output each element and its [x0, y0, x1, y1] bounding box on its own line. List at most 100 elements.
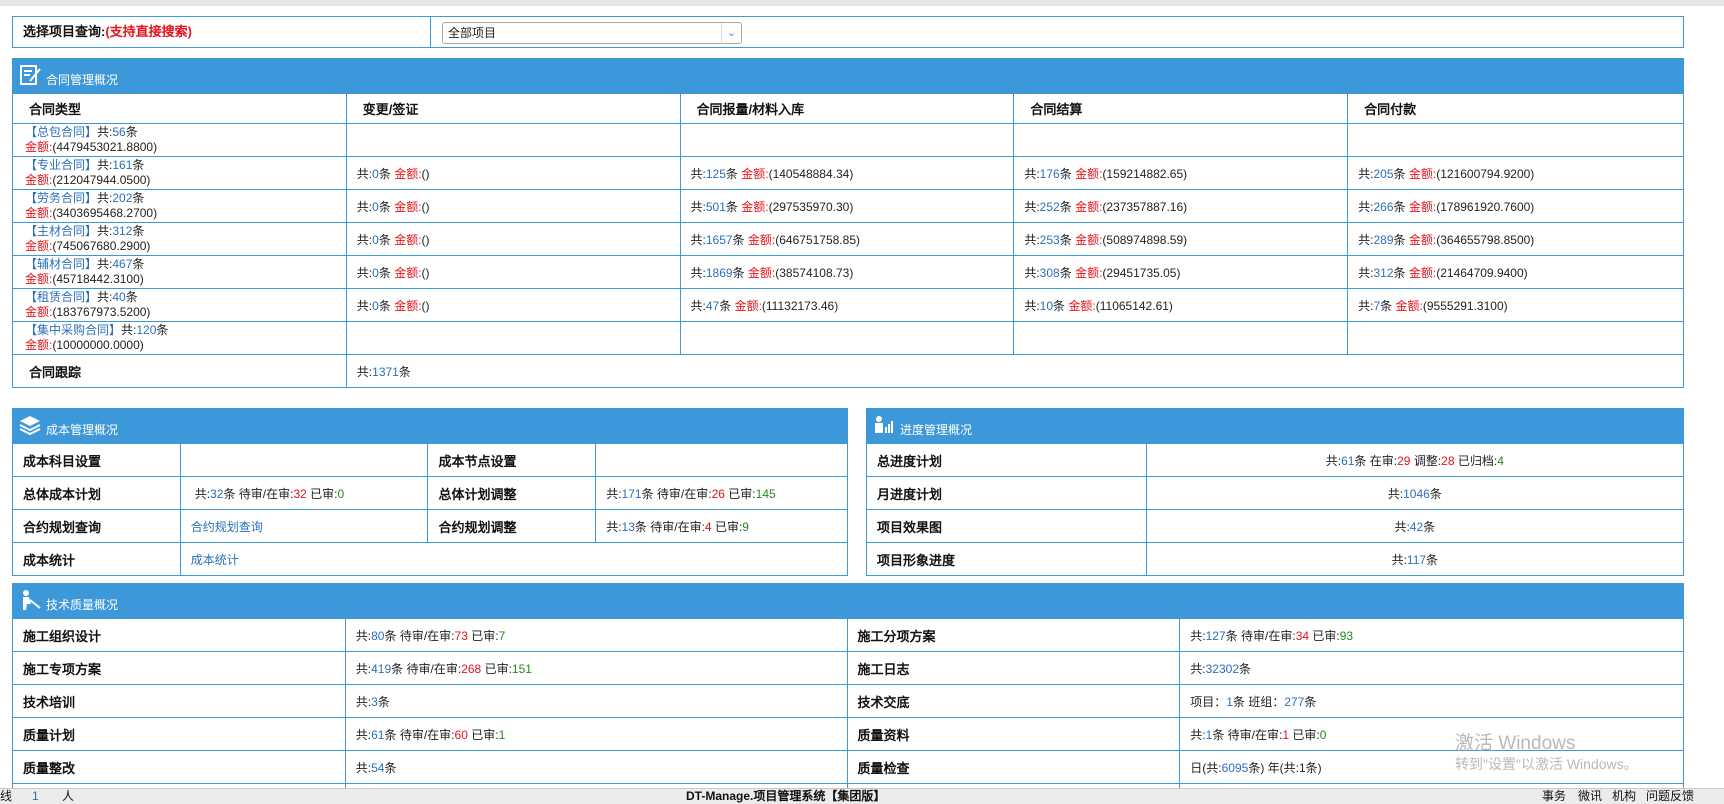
tracking-count[interactable]: 1371: [372, 365, 399, 379]
contract-count[interactable]: 56: [112, 125, 125, 139]
pending-count[interactable]: 1: [1282, 728, 1289, 742]
cost-label: 总体成本计划: [23, 486, 102, 502]
stat-count[interactable]: 253: [1040, 233, 1060, 247]
stat-count[interactable]: 1657: [706, 233, 733, 247]
stat-count[interactable]: 308: [1040, 266, 1060, 280]
stat-count[interactable]: 10: [1040, 299, 1053, 313]
contract-type-link[interactable]: 【总包合同】: [25, 125, 97, 139]
pending-label: 待审/在审:: [656, 486, 712, 501]
stat-count[interactable]: 312: [1373, 266, 1393, 280]
total-count[interactable]: 42: [1410, 520, 1423, 534]
status-link-messages[interactable]: 微讯: [1578, 789, 1602, 804]
stat-count[interactable]: 1869: [706, 266, 733, 280]
total-count[interactable]: 80: [371, 629, 384, 643]
done-count[interactable]: 7: [499, 629, 506, 643]
count-prefix: 共:: [1391, 552, 1407, 567]
stat-count[interactable]: 125: [706, 167, 726, 181]
total-count[interactable]: 419: [371, 662, 391, 676]
contract-type-link[interactable]: 【主材合同】: [25, 224, 97, 238]
pending-count[interactable]: 26: [712, 487, 725, 501]
total-count[interactable]: 127: [1206, 629, 1226, 643]
total-count[interactable]: 117: [1407, 553, 1426, 567]
done-count[interactable]: 0: [1320, 728, 1327, 742]
cost-link[interactable]: 合约规划查询: [191, 520, 263, 534]
count-unit: 条: [1225, 628, 1238, 643]
total-count[interactable]: 54: [371, 761, 384, 775]
count-prefix: 共:: [606, 519, 622, 534]
status-link-feedback[interactable]: 问题反馈: [1646, 789, 1694, 804]
chevron-down-icon[interactable]: ⌄: [721, 23, 741, 43]
contract-stat-cell: 共:0条 金额:(): [345, 189, 681, 223]
pending-count[interactable]: 4: [705, 520, 712, 534]
tech-value-cell: 共:54条: [344, 750, 848, 784]
pending-count[interactable]: 32: [293, 487, 306, 501]
pending-count[interactable]: 29: [1397, 454, 1410, 468]
stat-count[interactable]: 0: [372, 266, 379, 280]
done-count[interactable]: 0: [338, 487, 345, 501]
total-count[interactable]: 13: [622, 520, 635, 534]
stat-count[interactable]: 0: [372, 167, 379, 181]
cost-table: 成本科目设置 成本节点设置 总体成本计划 共:32条 待审/在审:32 已审:0 总体计…: [12, 443, 849, 576]
contract-count[interactable]: 312: [112, 224, 132, 238]
online-count[interactable]: 1: [32, 789, 39, 804]
archived-count[interactable]: 4: [1497, 454, 1504, 468]
total-count[interactable]: 1046: [1403, 487, 1430, 501]
stat-count[interactable]: 501: [706, 200, 726, 214]
stat-count[interactable]: 47: [706, 299, 719, 313]
pending-count[interactable]: 34: [1296, 629, 1309, 643]
done-count[interactable]: 1: [499, 728, 506, 742]
count-b[interactable]: 277: [1284, 695, 1304, 709]
stat-count[interactable]: 266: [1373, 200, 1393, 214]
contract-count[interactable]: 40: [112, 290, 125, 304]
contract-type-link[interactable]: 【劳务合同】: [25, 191, 97, 205]
total-count[interactable]: 32: [210, 487, 223, 501]
stat-count[interactable]: 205: [1373, 167, 1393, 181]
amount-label: 金额:: [25, 173, 53, 187]
contract-count[interactable]: 161: [112, 158, 132, 172]
done-count[interactable]: 93: [1340, 629, 1353, 643]
pending-count[interactable]: 60: [455, 728, 468, 742]
cost-label-cell: 合约规划调整: [427, 509, 597, 543]
contract-tracking-row: 合同跟踪 共:1371条: [12, 354, 1685, 388]
amount-label: 金额:: [747, 265, 776, 280]
project-select[interactable]: 全部项目 ⌄: [442, 22, 742, 44]
contract-type-link[interactable]: 【专业合同】: [25, 158, 97, 172]
done-count[interactable]: 151: [512, 662, 532, 676]
contract-count[interactable]: 467: [112, 257, 132, 271]
stat-amount: (140548884.34): [768, 166, 854, 181]
done-count[interactable]: 9: [742, 520, 749, 534]
stat-count[interactable]: 0: [372, 299, 379, 313]
count-a[interactable]: 1: [1226, 695, 1233, 709]
pending-count[interactable]: 73: [455, 629, 468, 643]
tech-label-cell: 质量计划: [12, 717, 346, 751]
pending-count[interactable]: 268: [461, 662, 481, 676]
contract-type-link[interactable]: 【集中采购合同】: [25, 323, 121, 337]
done-label: 已审:: [1312, 628, 1340, 643]
stat-count[interactable]: 176: [1040, 167, 1060, 181]
contract-count[interactable]: 120: [136, 323, 156, 337]
stat-amount: (646751758.85): [775, 232, 860, 247]
contract-type-link[interactable]: 【辅材合同】: [25, 257, 97, 271]
count-a[interactable]: 6095: [1222, 761, 1249, 775]
stat-amount: (237357887.16): [1102, 199, 1188, 214]
stat-count[interactable]: 289: [1373, 233, 1393, 247]
total-count[interactable]: 171: [622, 487, 642, 501]
status-link-affairs[interactable]: 事务: [1542, 789, 1566, 804]
cost-link[interactable]: 成本统计: [191, 553, 239, 567]
total-count[interactable]: 61: [1341, 454, 1354, 468]
status-link-org[interactable]: 机构: [1612, 789, 1636, 804]
total-count[interactable]: 32302: [1206, 662, 1239, 676]
done-count[interactable]: 145: [756, 487, 776, 501]
contract-count[interactable]: 202: [112, 191, 132, 205]
total-count[interactable]: 61: [371, 728, 384, 742]
contract-type-link[interactable]: 【租赁合同】: [25, 290, 97, 304]
stat-count[interactable]: 0: [372, 233, 379, 247]
tech-panel-title: 技术质量概况: [46, 598, 119, 612]
adjust-count[interactable]: 28: [1441, 454, 1454, 468]
total-count[interactable]: 3: [371, 695, 378, 709]
count-prefix: 共:: [1358, 265, 1374, 280]
tech-row: 质量计划 共:61条 待审/在审:60 已审:1 质量资料 共:1条 待审/在审:1 …: [12, 717, 1684, 751]
stat-count[interactable]: 0: [372, 200, 379, 214]
contract-amount: (4479453021.8800): [52, 140, 158, 154]
stat-count[interactable]: 252: [1040, 200, 1060, 214]
